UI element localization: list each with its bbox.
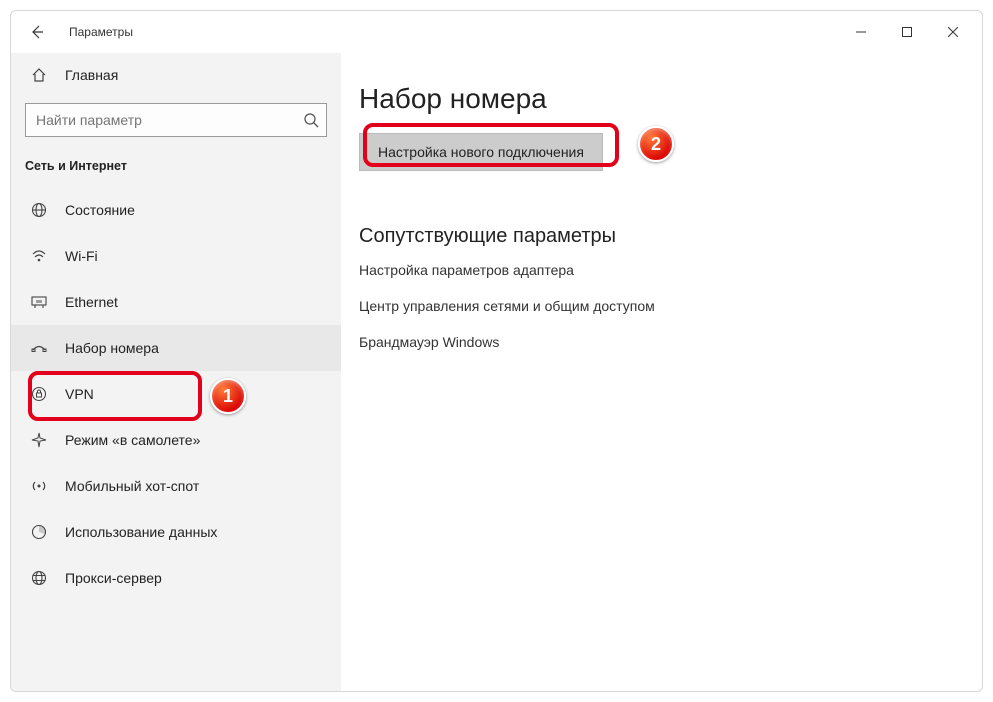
airplane-icon xyxy=(25,432,53,448)
page-title: Набор номера xyxy=(359,83,964,115)
close-button[interactable] xyxy=(930,16,976,48)
sidebar-item-label: Ethernet xyxy=(65,294,118,310)
callout-badge-1: 1 xyxy=(210,378,246,414)
sidebar-item-ethernet[interactable]: Ethernet xyxy=(11,279,341,325)
hotspot-icon xyxy=(25,478,53,494)
sidebar-item-globe[interactable]: Состояние xyxy=(11,187,341,233)
search-icon xyxy=(303,112,319,128)
related-settings-heading: Сопутствующие параметры xyxy=(359,225,964,248)
proxy-icon xyxy=(25,570,53,586)
minimize-button[interactable] xyxy=(838,16,884,48)
sidebar-item-airplane[interactable]: Режим «в самолете» xyxy=(11,417,341,463)
sidebar-home[interactable]: Главная xyxy=(11,53,341,97)
sidebar-item-proxy[interactable]: Прокси-сервер xyxy=(11,555,341,601)
ethernet-icon xyxy=(25,294,53,310)
vpn-icon xyxy=(25,386,53,402)
sidebar-item-label: Wi-Fi xyxy=(65,248,98,264)
sidebar: Главная Сеть и Интернет Состояние Wi-Fi Et… xyxy=(11,53,341,691)
sidebar-item-vpn[interactable]: VPN xyxy=(11,371,341,417)
arrow-left-icon xyxy=(29,24,45,40)
sidebar-item-hotspot[interactable]: Мобильный хот-спот xyxy=(11,463,341,509)
minimize-icon xyxy=(856,27,866,37)
globe-icon xyxy=(25,202,53,218)
sidebar-section-label: Сеть и Интернет xyxy=(11,151,341,187)
maximize-icon xyxy=(902,27,912,37)
titlebar: Параметры xyxy=(11,11,982,53)
sidebar-item-label: Прокси-сервер xyxy=(65,570,162,586)
window-title: Параметры xyxy=(69,25,133,39)
sidebar-item-label: Набор номера xyxy=(65,340,159,356)
sidebar-item-label: VPN xyxy=(65,386,94,402)
sidebar-item-label: Использование данных xyxy=(65,524,217,540)
related-link-network-center[interactable]: Центр управления сетями и общим доступом xyxy=(359,298,964,314)
search-input[interactable] xyxy=(25,103,327,137)
wifi-icon xyxy=(25,248,53,264)
related-link-firewall[interactable]: Брандмауэр Windows xyxy=(359,334,964,350)
dialup-icon xyxy=(25,340,53,356)
callout-badge-2: 2 xyxy=(638,126,674,162)
sidebar-item-dialup[interactable]: Набор номера xyxy=(11,325,341,371)
related-link-adapter[interactable]: Настройка параметров адаптера xyxy=(359,262,964,278)
new-connection-button[interactable]: Настройка нового подключения xyxy=(359,133,603,171)
sidebar-item-label: Режим «в самолете» xyxy=(65,432,200,448)
sidebar-item-wifi[interactable]: Wi-Fi xyxy=(11,233,341,279)
home-icon xyxy=(25,67,53,83)
back-button[interactable] xyxy=(17,12,57,52)
sidebar-item-datausage[interactable]: Использование данных xyxy=(11,509,341,555)
sidebar-item-label: Мобильный хот-спот xyxy=(65,478,199,494)
maximize-button[interactable] xyxy=(884,16,930,48)
datausage-icon xyxy=(25,524,53,540)
sidebar-home-label: Главная xyxy=(65,67,118,83)
close-icon xyxy=(948,27,958,37)
sidebar-item-label: Состояние xyxy=(65,202,135,218)
